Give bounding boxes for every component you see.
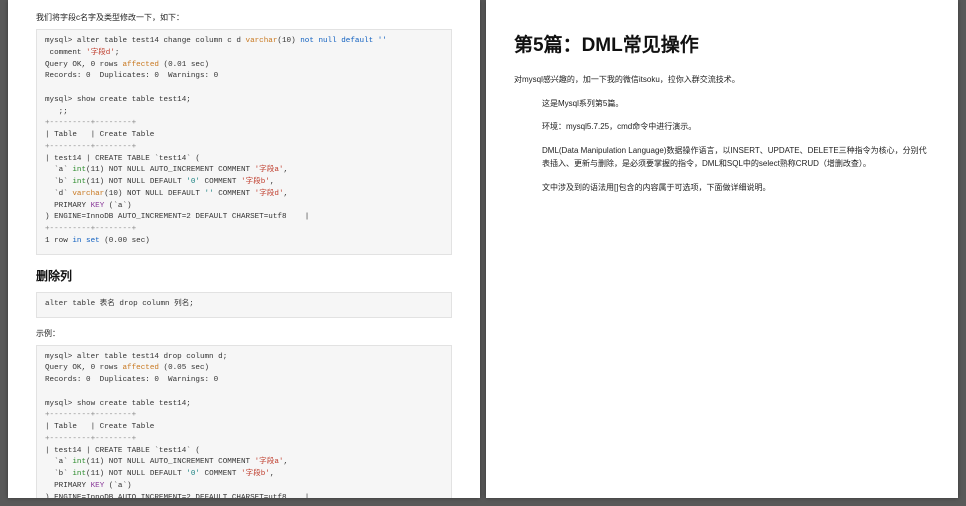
paragraph-series: 这是Mysql系列第5篇。 bbox=[514, 97, 930, 111]
code-line: ) ENGINE=InnoDB AUTO_INCREMENT=2 DEFAULT… bbox=[45, 213, 309, 221]
code-line: mysql> alter table test14 change column … bbox=[45, 37, 387, 45]
code-line: Query OK, 0 rows affected (0.01 sec) bbox=[45, 61, 209, 69]
intro-text-1: 我们将字段c名字及类型修改一下，如下： bbox=[36, 12, 452, 23]
intro-text-2: 示例： bbox=[36, 328, 452, 339]
code-line: PRIMARY KEY (`a`) bbox=[45, 202, 132, 210]
code-line: 1 row in set (0.00 sec) bbox=[45, 237, 150, 245]
code-line: +---------+--------+ bbox=[45, 225, 136, 233]
code-line: ) ENGINE=InnoDB AUTO_INCREMENT=2 DEFAULT… bbox=[45, 494, 309, 498]
code-line: `a` int(11) NOT NULL AUTO_INCREMENT COMM… bbox=[45, 166, 288, 174]
code-line: | Table | Create Table bbox=[45, 423, 154, 431]
code-line: | test14 | CREATE TABLE `test14` ( bbox=[45, 447, 200, 455]
code-line: `b` int(11) NOT NULL DEFAULT '0' COMMENT… bbox=[45, 470, 274, 478]
page-title: 第5篇：DML常见操作 bbox=[514, 30, 930, 57]
code-line: | test14 | CREATE TABLE `test14` ( bbox=[45, 155, 200, 163]
code-line: comment '字段d'; bbox=[45, 49, 119, 57]
code-line: `b` int(11) NOT NULL DEFAULT '0' COMMENT… bbox=[45, 178, 274, 186]
code-line: mysql> alter table test14 drop column d; bbox=[45, 353, 227, 361]
code-line: Records: 0 Duplicates: 0 Warnings: 0 bbox=[45, 72, 218, 80]
code-line: PRIMARY KEY (`a`) bbox=[45, 482, 132, 490]
code-block-2: alter table 表名 drop column 列名; bbox=[36, 292, 452, 318]
paragraph-syntax: 文中涉及到的语法用[]包含的内容属于可选项，下面做详细说明。 bbox=[514, 181, 930, 195]
heading-delete-column: 删除列 bbox=[36, 267, 452, 284]
code-line: Query OK, 0 rows affected (0.05 sec) bbox=[45, 364, 209, 372]
paragraph-intro: 对mysql感兴趣的，加一下我的微信itsoku，拉你入群交流技术。 bbox=[514, 73, 930, 87]
code-line: mysql> show create table test14; bbox=[45, 96, 191, 104]
page-left: 我们将字段c名字及类型修改一下，如下： mysql> alter table t… bbox=[8, 0, 480, 498]
code-line: ;; bbox=[45, 108, 68, 116]
code-block-3: mysql> alter table test14 drop column d;… bbox=[36, 345, 452, 498]
code-line: `d` varchar(10) NOT NULL DEFAULT '' COMM… bbox=[45, 190, 288, 198]
code-line: mysql> show create table test14; bbox=[45, 400, 191, 408]
code-line: +---------+--------+ bbox=[45, 411, 136, 419]
code-block-1: mysql> alter table test14 change column … bbox=[36, 29, 452, 255]
paragraph-dml: DML(Data Manipulation Language)数据操作语言，以I… bbox=[514, 144, 930, 171]
code-line: Records: 0 Duplicates: 0 Warnings: 0 bbox=[45, 376, 218, 384]
code-line: +---------+--------+ bbox=[45, 119, 136, 127]
paragraph-env: 环境：mysql5.7.25，cmd命令中进行演示。 bbox=[514, 120, 930, 134]
code-line: +---------+--------+ bbox=[45, 435, 136, 443]
code-line: `a` int(11) NOT NULL AUTO_INCREMENT COMM… bbox=[45, 458, 288, 466]
code-line: +---------+--------+ bbox=[45, 143, 136, 151]
code-line: | Table | Create Table bbox=[45, 131, 154, 139]
page-right: 第5篇：DML常见操作 对mysql感兴趣的，加一下我的微信itsoku，拉你入… bbox=[486, 0, 958, 498]
